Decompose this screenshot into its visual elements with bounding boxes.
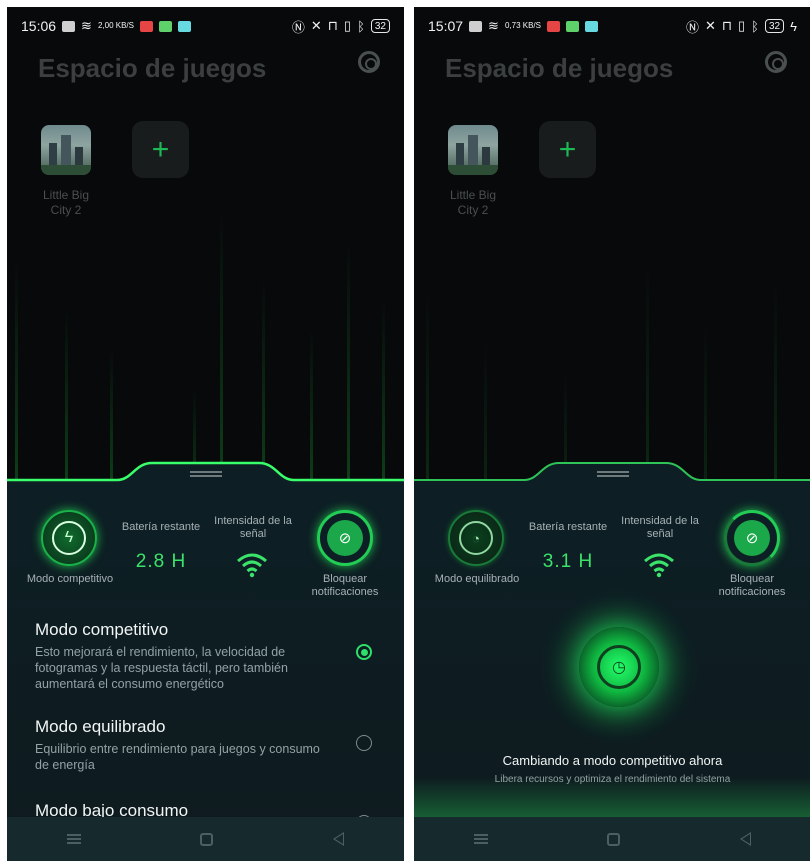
mode-label: Modo competitivo <box>26 573 114 585</box>
block-notification-icon: ⊘ <box>327 520 363 556</box>
drag-handle[interactable] <box>596 471 629 477</box>
bluetooth-icon: ᛒ <box>751 18 759 34</box>
signal-strength-label: Intensidad de la señal <box>214 515 292 540</box>
option-balanced[interactable]: Modo equilibrado Equilibrio entre rendim… <box>35 717 380 773</box>
menu-icon[interactable] <box>473 834 488 844</box>
app-notification-icon <box>565 20 579 32</box>
block-notifications-button[interactable]: ⊘ <box>724 510 780 566</box>
background-streaks <box>414 167 810 487</box>
status-time: 15:06 <box>21 18 57 34</box>
option-description: Esto mejorará el rendimiento, la velocid… <box>35 645 288 691</box>
speedometer-icon: ◷ <box>597 645 641 689</box>
nfc-icon: Ⓝ <box>685 19 699 35</box>
option-competitive[interactable]: Modo competitivo Esto mejorará el rendim… <box>35 620 380 692</box>
network-speed: 0,73 KB/S <box>504 21 541 30</box>
back-icon[interactable] <box>740 832 752 846</box>
mute-icon: ✕ <box>704 18 716 33</box>
mode-label: Modo equilibrado <box>434 573 520 585</box>
notification-icon <box>62 20 76 32</box>
network-speed: 2,00 KB/S <box>97 21 134 30</box>
gauge-icon: ◔ <box>459 521 493 555</box>
background-streaks <box>7 167 404 487</box>
bolt-icon: ϟ <box>52 521 86 555</box>
app-notification-icon <box>158 20 172 32</box>
option-description: Equilibrio entre rendimiento para juegos… <box>35 742 320 772</box>
app-notification-icon <box>546 20 560 32</box>
battery-remaining-label: Batería restante <box>528 521 608 533</box>
navigation-bar <box>414 817 810 861</box>
settings-gear-icon[interactable] <box>765 51 787 73</box>
bottom-glow <box>414 777 810 817</box>
car-icon: ⊓ <box>327 18 338 33</box>
app-notification-icon <box>177 20 191 32</box>
vibrate-icon: ▯ <box>343 18 352 33</box>
battery-indicator: 32 <box>764 19 785 33</box>
vibrate-icon: ▯ <box>738 18 746 33</box>
battery-remaining-value: 3.1 H <box>542 551 594 572</box>
page-title: Espacio de juegos <box>38 53 267 83</box>
car-icon: ⊓ <box>721 18 733 33</box>
mode-toggle-button[interactable]: ◔ <box>448 510 504 566</box>
menu-icon[interactable] <box>66 834 81 844</box>
app-notification-icon <box>139 20 153 32</box>
radio-unselected[interactable] <box>356 735 372 751</box>
navigation-bar <box>7 817 404 861</box>
notification-icon <box>469 20 483 32</box>
block-notifications-button[interactable]: ⊘ <box>317 510 373 566</box>
radio-selected[interactable] <box>356 644 372 660</box>
page-title: Espacio de juegos <box>445 53 674 83</box>
block-notifications-label: Bloquear notificaciones <box>311 573 379 598</box>
home-icon[interactable] <box>200 832 214 846</box>
drag-handle[interactable] <box>189 471 222 477</box>
back-icon[interactable] <box>333 832 345 846</box>
signal-strength-label: Intensidad de la señal <box>621 515 699 540</box>
block-notification-icon: ⊘ <box>734 520 770 556</box>
phone-screen-right: 15:07 ≋ 0,73 KB/S Ⓝ ✕ ⊓ ▯ ᛒ 32 ϟ Espacio… <box>414 7 810 861</box>
wifi-status-icon: ≋ <box>488 18 499 33</box>
nfc-icon: Ⓝ <box>291 19 305 35</box>
status-time: 15:07 <box>428 18 464 34</box>
option-title: Modo competitivo <box>35 620 169 639</box>
settings-gear-icon[interactable] <box>358 51 380 73</box>
battery-indicator: 32 <box>370 19 390 33</box>
phone-screen-left: 15:06 ≋ 2,00 KB/S Ⓝ ✕ ⊓ ▯ ᛒ 32 Espacio d… <box>7 7 404 861</box>
battery-remaining-label: Batería restante <box>121 521 201 533</box>
wifi-status-icon: ≋ <box>81 18 92 33</box>
switching-title: Cambiando a modo competitivo ahora <box>502 753 723 768</box>
home-icon[interactable] <box>607 832 621 846</box>
switching-orb: ◷ <box>579 627 659 707</box>
wifi-signal-icon <box>237 553 267 578</box>
app-notification-icon <box>584 20 598 32</box>
mode-toggle-button[interactable]: ϟ <box>41 510 97 566</box>
status-bar: 15:07 ≋ 0,73 KB/S Ⓝ ✕ ⊓ ▯ ᛒ 32 ϟ <box>414 7 810 45</box>
bluetooth-icon: ᛒ <box>357 18 365 34</box>
block-notifications-label: Bloquear notificaciones <box>718 573 786 598</box>
status-bar: 15:06 ≋ 2,00 KB/S Ⓝ ✕ ⊓ ▯ ᛒ 32 <box>7 7 404 45</box>
battery-remaining-value: 2.8 H <box>135 551 187 572</box>
mute-icon: ✕ <box>310 18 322 33</box>
wifi-signal-icon <box>644 553 674 578</box>
charging-icon: ϟ <box>790 18 797 34</box>
option-title: Modo equilibrado <box>35 717 166 736</box>
